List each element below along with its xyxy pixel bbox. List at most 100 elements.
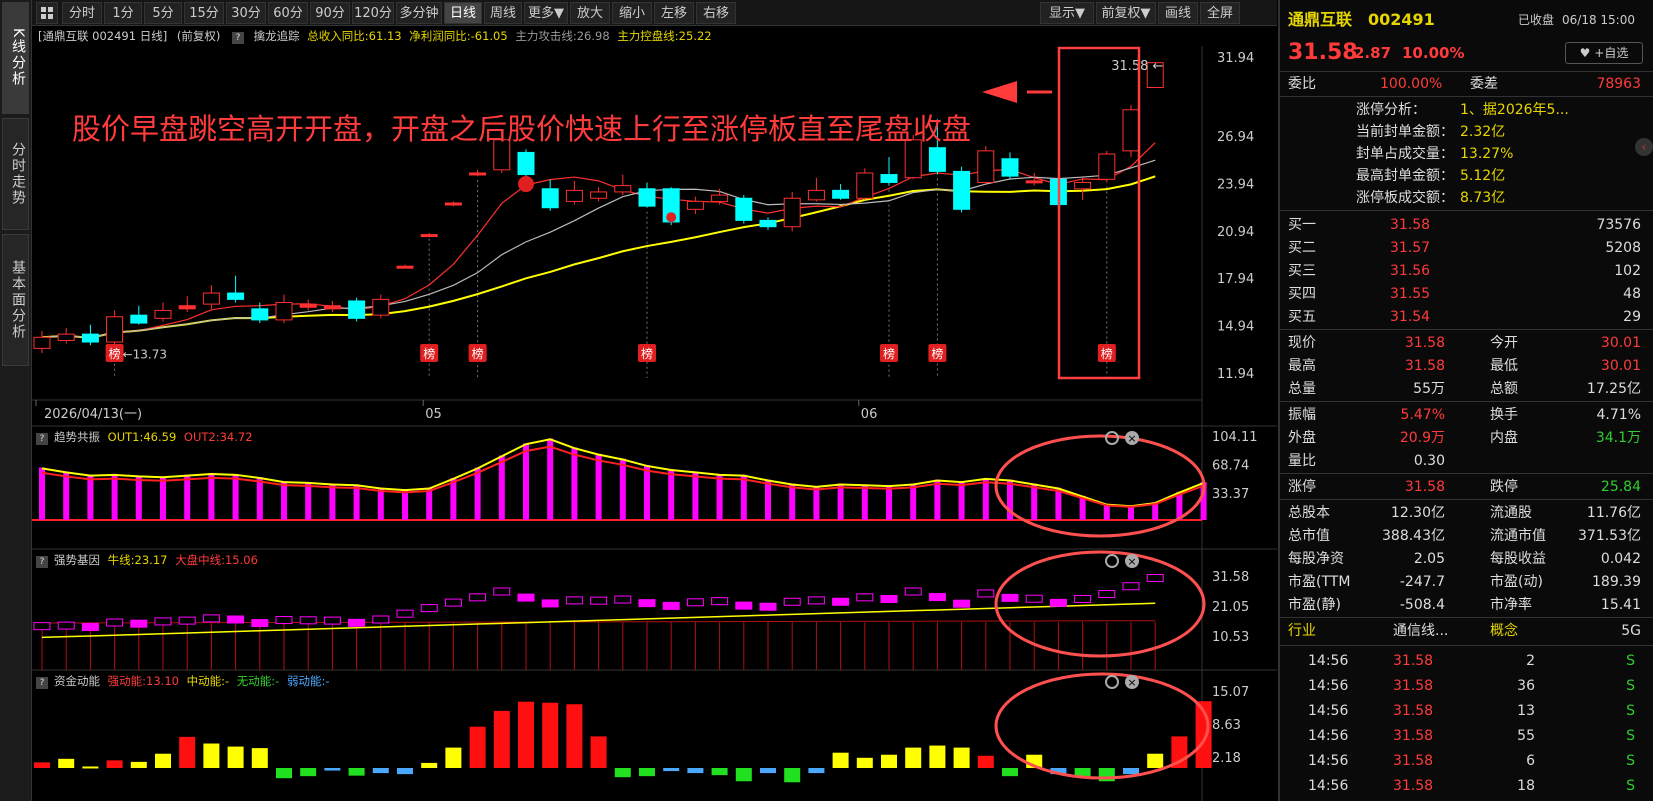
book-row: 买二 31.57 5208 (1280, 236, 1653, 260)
grid-menu-icon[interactable] (36, 2, 58, 24)
candle-body (227, 292, 245, 300)
panel3-help-icon[interactable]: ? (36, 677, 48, 689)
limit-key: 涨停板成交额： (1356, 190, 1454, 206)
toolbar-btn-1[interactable]: 1分 (104, 2, 142, 24)
p2-block (856, 593, 874, 602)
toolbar-right-btn-3[interactable]: 全屏 (1200, 2, 1240, 24)
p1-bar (644, 465, 650, 520)
p3-bar (1147, 753, 1164, 768)
p2-block (904, 587, 922, 596)
date-label: 06 (861, 407, 878, 422)
toolbar-btn-3[interactable]: 15分 (184, 2, 224, 24)
stat-row: 最高 31.58 最低 30.01 (1280, 354, 1653, 378)
toolbar-btn-6[interactable]: 90分 (310, 2, 350, 24)
p3-bar (203, 743, 220, 768)
toolbar-btn-11[interactable]: 更多▼ (524, 2, 568, 24)
p2-block (541, 599, 559, 608)
toolbar-btn-4[interactable]: 30分 (226, 2, 266, 24)
p1-bar (474, 467, 481, 520)
toolbar-btn-13[interactable]: 缩小 (612, 2, 652, 24)
p2-block (759, 602, 777, 611)
candle-body (711, 194, 729, 202)
y-tick-label: 26.94 (1217, 130, 1254, 145)
toolbar-btn-5[interactable]: 60分 (268, 2, 308, 24)
candle-body (953, 170, 971, 210)
p2-block (638, 599, 656, 608)
book-level: 买一 (1288, 217, 1316, 233)
toolbar-right-btn-0[interactable]: 显示▼ (1040, 2, 1094, 24)
annotation-arrowhead (982, 81, 1017, 103)
p3-bar (905, 747, 922, 768)
panel1-help-icon[interactable]: ? (36, 433, 48, 445)
p2-block (711, 597, 729, 606)
candle-body (154, 309, 172, 319)
industry-row: 行业 通信线... 概念 5G (1280, 619, 1653, 643)
p3-bar (639, 768, 655, 777)
p2-block (57, 621, 75, 630)
toolbar-right-btn-2[interactable]: 画线 (1158, 2, 1198, 24)
industry-value: 通信线... (1393, 623, 1449, 639)
p1-bar (329, 483, 336, 520)
toolbar-btn-15[interactable]: 右移 (696, 2, 736, 24)
p3-bar (881, 754, 897, 768)
p3-bar (397, 768, 413, 775)
stat-key: 量比 (1288, 453, 1316, 469)
stat-key: 每股净资 (1288, 551, 1344, 567)
tab-kline-analysis[interactable]: K线分析 (2, 2, 29, 114)
limit-key: 当前封单金额： (1356, 124, 1454, 140)
candle-body (251, 308, 269, 321)
toolbar-right-btn-1[interactable]: 前复权▼ (1096, 2, 1156, 24)
p3-bar (1002, 768, 1018, 777)
add-favorite-button[interactable]: ♥ +自选 (1565, 42, 1643, 64)
p3-y-label: 8.63 (1212, 718, 1241, 733)
p1-bar (813, 486, 820, 520)
tick-row: 14:56 31.58 18 S (1280, 774, 1653, 798)
stat-key: 外盘 (1288, 430, 1316, 446)
toolbar-btn-7[interactable]: 120分 (352, 2, 394, 24)
stat-key: 总量 (1288, 381, 1316, 397)
p3-bar (58, 758, 75, 768)
tick-volume: 2 (1526, 653, 1535, 669)
p1-bar (305, 482, 312, 520)
tab-fundamentals[interactable]: 基本面分析 (2, 234, 29, 366)
p2-block (372, 615, 390, 624)
toolbar-btn-2[interactable]: 5分 (144, 2, 182, 24)
y-tick-label: 11.94 (1217, 367, 1254, 382)
p3-bar (856, 757, 873, 768)
p1-bar (886, 485, 892, 520)
stat-value: 371.53亿 (1578, 528, 1641, 544)
p1-bar (160, 476, 166, 520)
toolbar-btn-9[interactable]: 日线 (444, 2, 482, 24)
limit-key: 最高封单金额： (1356, 168, 1454, 184)
panel2-help-icon[interactable]: ? (36, 556, 48, 568)
candle-body (396, 265, 414, 269)
stat-key: 总市值 (1288, 528, 1330, 544)
pct-change: 10.00% (1402, 44, 1465, 62)
toolbar-btn-0[interactable]: 分时 (62, 2, 102, 24)
toolbar-btn-8[interactable]: 多分钟 (396, 2, 442, 24)
p1-bar (208, 473, 215, 520)
candle-body (807, 189, 825, 201)
p3-bar (953, 747, 970, 768)
stat-value: 34.1万 (1595, 430, 1641, 446)
p1-bar (232, 474, 239, 520)
p1-y-label: 68.74 (1212, 459, 1249, 474)
tick-volume: 13 (1517, 703, 1535, 719)
stat-key: 总额 (1490, 381, 1518, 397)
p3-bar (518, 701, 534, 768)
book-level: 买五 (1288, 309, 1316, 325)
panel2-header: ? 强势基因 牛线:23.17 大盘中线:15.06 (32, 551, 258, 569)
tick-price: 31.58 (1393, 653, 1434, 669)
last-price: 31.58 (1288, 40, 1358, 65)
p1-bar (934, 479, 941, 520)
stat-row: 总股本 12.30亿 流通股 11.76亿 (1280, 501, 1653, 525)
candle-body (420, 234, 438, 238)
toolbar-btn-12[interactable]: 放大 (570, 2, 610, 24)
p1-bar (547, 438, 554, 520)
toolbar-btn-10[interactable]: 周线 (484, 2, 522, 24)
candle-body (638, 188, 656, 207)
concept-label: 概念 (1490, 623, 1518, 639)
tab-intraday[interactable]: 分时走势 (2, 118, 29, 230)
toolbar-btn-14[interactable]: 左移 (654, 2, 694, 24)
collapse-arrow-icon[interactable]: ‹ (1635, 138, 1653, 156)
